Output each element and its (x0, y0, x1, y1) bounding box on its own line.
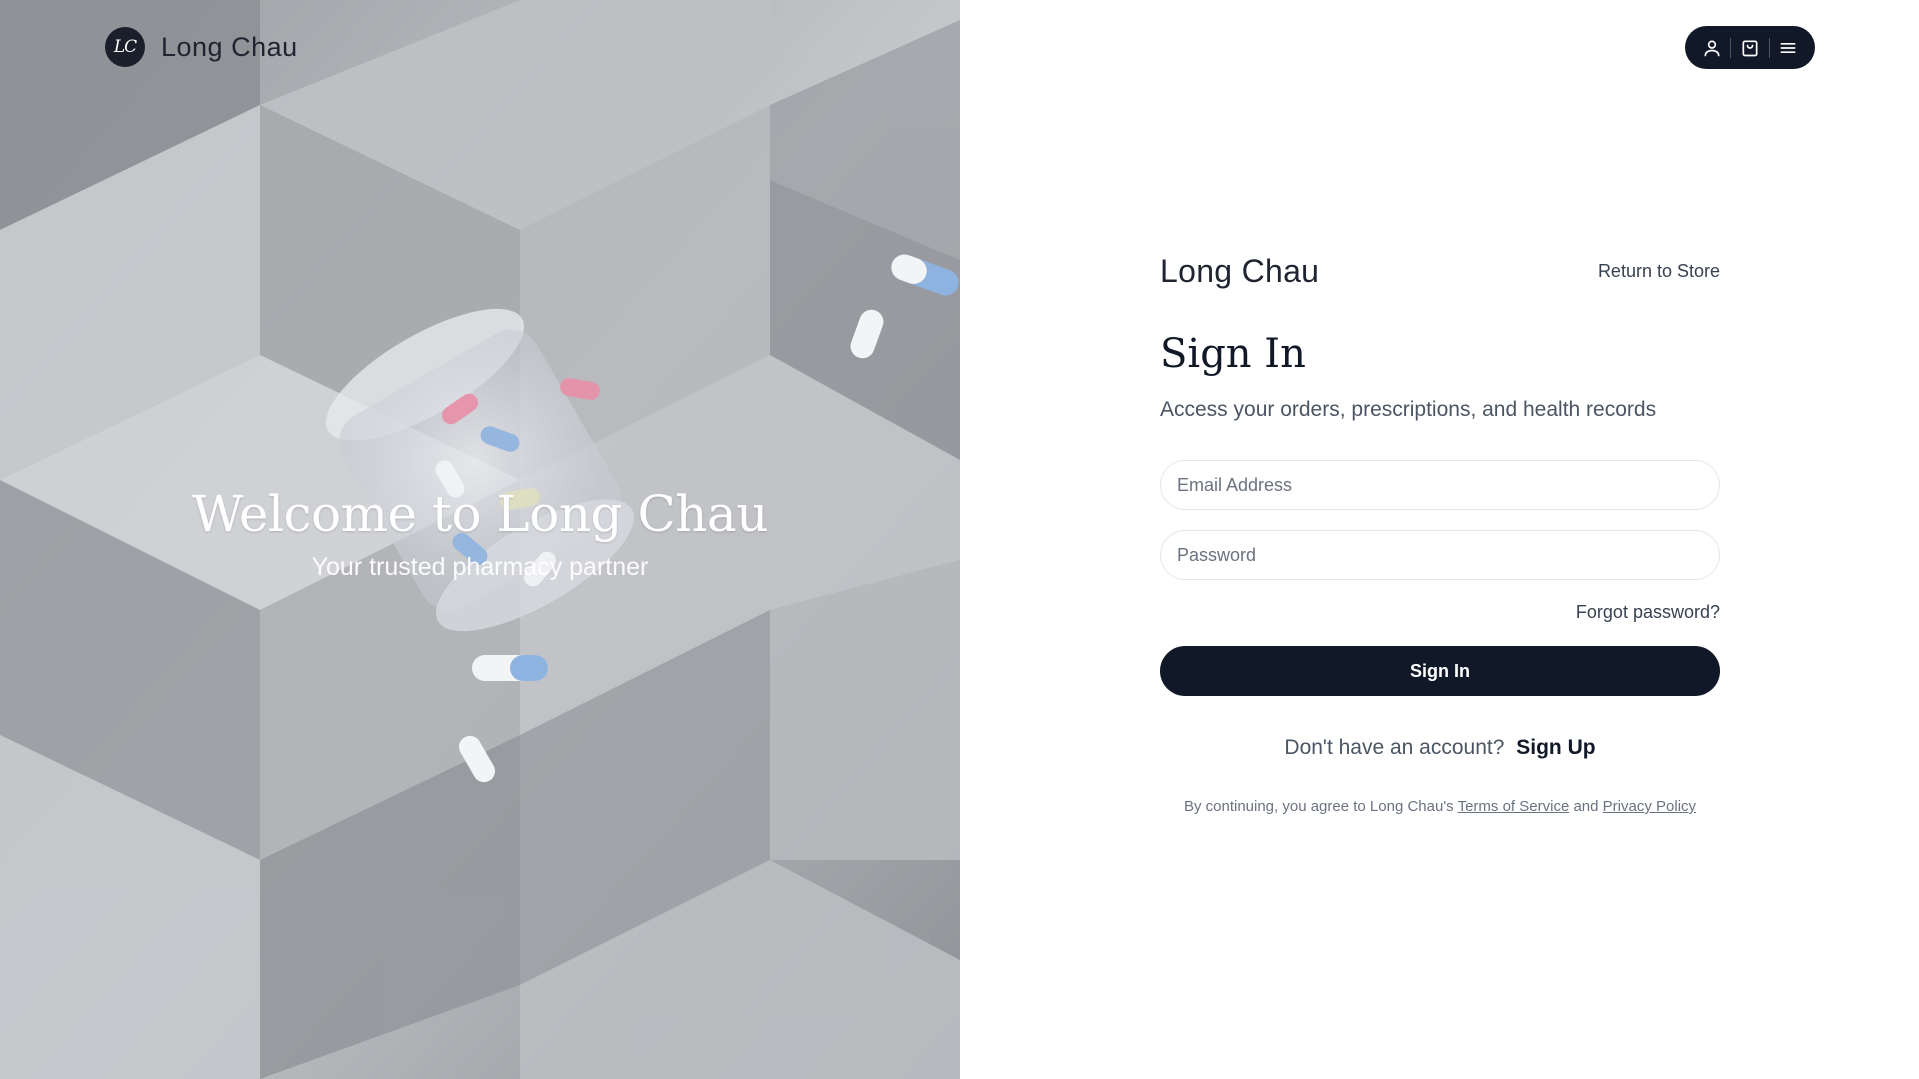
hero-subtitle: Your trusted pharmacy partner (311, 553, 649, 581)
menu-icon (1780, 42, 1796, 53)
account-button[interactable] (1695, 31, 1729, 65)
form-brand-name: Long Chau (1160, 252, 1320, 289)
sign-in-button[interactable]: Sign In (1160, 646, 1720, 696)
brand-logo: LC (105, 27, 145, 67)
legal-prefix: By continuing, you agree to Long Chau's (1183, 798, 1454, 815)
brand-name: Long Chau (161, 31, 298, 62)
signup-prompt: Don't have an account? (1284, 736, 1505, 759)
menu-button[interactable] (1771, 31, 1805, 65)
page-subtitle: Access your orders, prescriptions, and h… (1160, 398, 1657, 421)
password-field[interactable] (1160, 530, 1720, 580)
email-field[interactable] (1160, 460, 1720, 510)
hero-panel: Welcome to Long Chau Your trusted pharma… (0, 0, 960, 1079)
forgot-password-link[interactable]: Forgot password? (1576, 602, 1720, 622)
toolbar-divider (1768, 37, 1770, 58)
page-title: Sign In (1160, 331, 1306, 377)
toolbar-divider (1730, 37, 1732, 58)
terms-of-service-link[interactable]: Terms of Service (1458, 798, 1570, 815)
return-to-store-link[interactable]: Return to Store (1598, 261, 1720, 282)
signup-row: Don't have an account? Sign Up (1160, 736, 1720, 760)
sign-up-link[interactable]: Sign Up (1516, 736, 1595, 759)
forgot-row: Forgot password? (1160, 602, 1720, 626)
form-header: Long Chau Return to Store (1160, 250, 1720, 292)
shopping-bag-icon (1742, 40, 1758, 56)
legal-notice: By continuing, you agree to Long Chau's … (1160, 798, 1720, 815)
hero-title: Welcome to Long Chau (192, 485, 768, 543)
legal-and: and (1573, 798, 1599, 815)
signin-panel: Long Chau Return to Store Sign In Access… (1160, 250, 1720, 815)
privacy-policy-link[interactable]: Privacy Policy (1603, 798, 1696, 815)
user-icon (1704, 40, 1720, 56)
cart-button[interactable] (1733, 31, 1767, 65)
hero-text: Welcome to Long Chau Your trusted pharma… (0, 478, 960, 584)
brand-home-link[interactable]: LC Long Chau (105, 27, 298, 67)
header-toolbar (1685, 26, 1815, 69)
